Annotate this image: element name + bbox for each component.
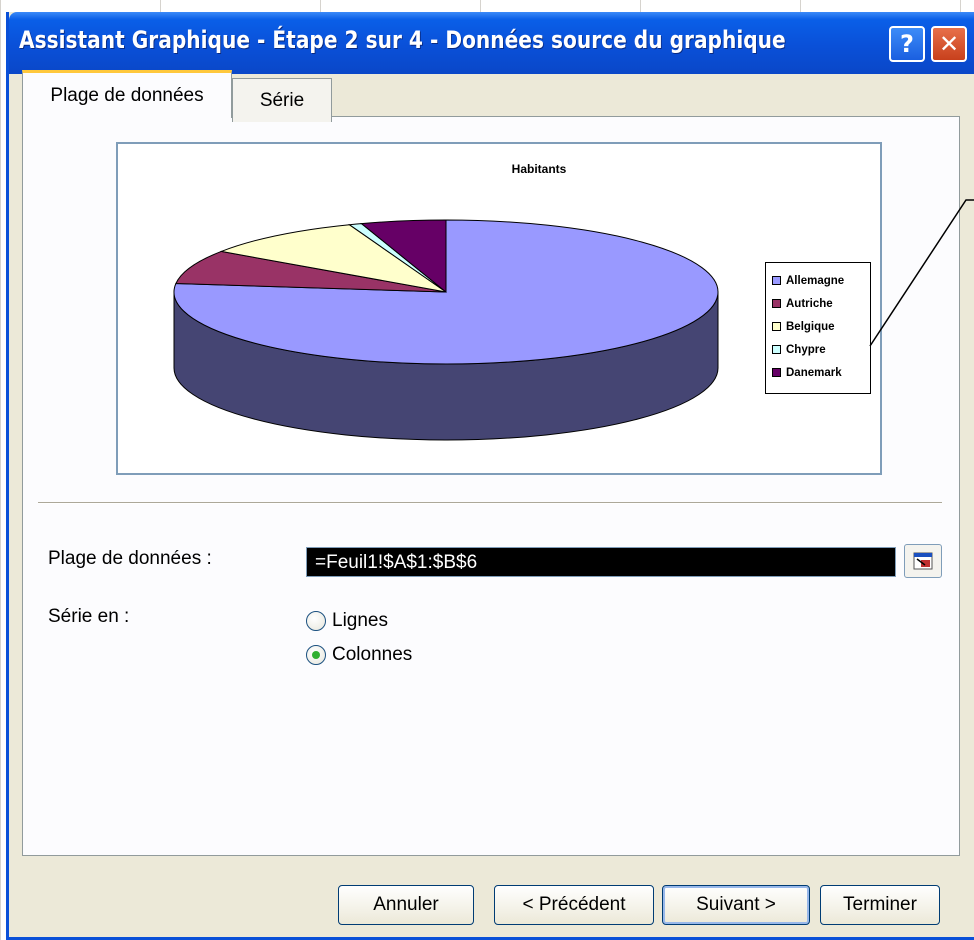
legend-label: Chypre xyxy=(786,343,826,356)
close-icon: ✕ xyxy=(938,30,960,58)
legend-item-belgique: Belgique xyxy=(772,315,866,338)
series-in-label: Série en : xyxy=(48,606,130,627)
legend-label: Danemark xyxy=(786,366,842,379)
legend-item-autriche: Autriche xyxy=(772,292,866,315)
next-button[interactable]: Suivant > xyxy=(662,885,810,925)
radio-colonnes-row[interactable]: Colonnes xyxy=(306,644,412,666)
chart-title: Habitants xyxy=(511,162,567,176)
radio-lignes[interactable] xyxy=(306,611,326,631)
legend-swatch xyxy=(772,276,781,285)
close-button[interactable]: ✕ xyxy=(931,26,967,62)
window-title: Assistant Graphique - Étape 2 sur 4 - Do… xyxy=(19,26,786,54)
help-button[interactable]: ? xyxy=(889,26,925,62)
title-bar[interactable]: Assistant Graphique - Étape 2 sur 4 - Do… xyxy=(9,12,974,74)
data-range-label: Plage de données : xyxy=(48,548,212,569)
finish-button[interactable]: Terminer xyxy=(820,885,940,925)
radio-lignes-row[interactable]: Lignes xyxy=(306,610,388,632)
legend-label: Autriche xyxy=(786,297,833,310)
legend-swatch xyxy=(772,368,781,377)
collapse-dialog-button[interactable] xyxy=(904,544,942,578)
legend-swatch xyxy=(772,345,781,354)
tab-series-label: Série xyxy=(259,89,305,111)
range-select-icon xyxy=(913,552,933,570)
legend-swatch xyxy=(772,299,781,308)
chart-legend: Allemagne Autriche Belgique Chypre Danemark xyxy=(765,262,871,394)
tab-data-range[interactable]: Plage de données xyxy=(22,70,232,118)
legend-label: Belgique xyxy=(786,320,835,333)
data-range-input[interactable]: =Feuil1!$A$1:$B$6 xyxy=(306,547,896,577)
legend-item-chypre: Chypre xyxy=(772,338,866,361)
legend-swatch xyxy=(772,322,781,331)
chart-preview: Habitants Allemagne Autriche Belgique Chypr… xyxy=(116,142,882,475)
tab-series[interactable]: Série xyxy=(232,78,332,122)
help-icon: ? xyxy=(900,30,914,58)
separator xyxy=(38,502,942,504)
previous-button[interactable]: < Précédent xyxy=(494,885,654,925)
cancel-button[interactable]: Annuler xyxy=(338,885,474,925)
radio-colonnes[interactable] xyxy=(306,645,326,665)
radio-lignes-label: Lignes xyxy=(332,610,388,631)
legend-item-danemark: Danemark xyxy=(772,361,866,384)
tab-data-range-label: Plage de données xyxy=(50,84,204,106)
radio-colonnes-label: Colonnes xyxy=(332,644,413,665)
legend-item-allemagne: Allemagne xyxy=(772,269,866,292)
legend-label: Allemagne xyxy=(786,274,845,287)
